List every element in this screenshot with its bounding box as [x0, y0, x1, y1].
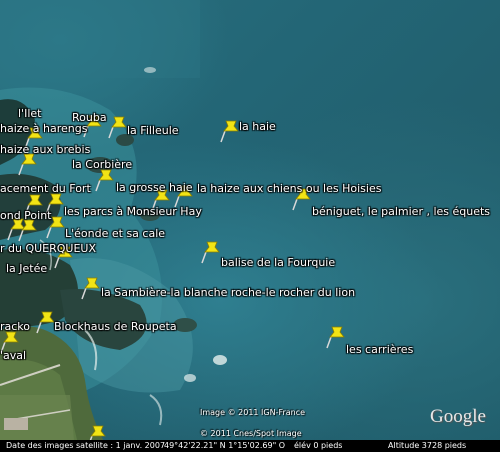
placemark-label[interactable]: la Jetée	[6, 262, 47, 275]
placemark-label[interactable]: haize à harengs	[0, 122, 88, 135]
imagery-credit-cnes: © 2011 Cnes/Spot Image	[200, 429, 302, 438]
elevation-readout: élév 0 pieds	[294, 441, 343, 450]
placemark-pin[interactable]	[326, 323, 348, 349]
placemark-label[interactable]: la Filleule	[127, 124, 179, 137]
placemark-label[interactable]: 'aval	[0, 349, 26, 362]
placemark-label[interactable]: les carrières	[346, 343, 413, 356]
placemark-label[interactable]: Blockhaus de Roupeta	[54, 320, 177, 333]
placemark-label[interactable]: la grosse haie	[116, 181, 193, 194]
placemark-label[interactable]: L'éonde et sa cale	[65, 227, 165, 240]
coordinates-readout: 49°42'22.21" N 1°15'02.69" O	[164, 441, 286, 450]
placemark-label[interactable]: haize aux brebis	[0, 143, 90, 156]
placemark-label[interactable]: racko	[0, 320, 30, 333]
placemark-label[interactable]: la Sambière-la blanche roche-le rocher d…	[101, 286, 355, 299]
placemark-pin[interactable]	[81, 274, 103, 300]
placemark-label[interactable]: béniguet, le palmier , les équets	[312, 205, 490, 218]
satellite-imagery	[0, 0, 227, 452]
google-logo: Google	[430, 406, 486, 427]
imagery-date: Date des images satellite : 1 janv. 2007	[6, 441, 166, 450]
placemark-label[interactable]: r du QUERQUEUX	[0, 242, 96, 255]
placemark-label[interactable]: acement du Fort	[0, 182, 91, 195]
satellite-map[interactable]: l'Ilet Rouba haize à harengs la Filleule…	[0, 0, 500, 452]
placemark-label[interactable]: balise de la Fourquie	[221, 256, 335, 269]
status-bar: Date des images satellite : 1 janv. 2007…	[0, 440, 500, 452]
placemark-label[interactable]: la Corbière	[72, 158, 132, 171]
altitude-readout: Altitude 3728 pieds	[388, 441, 467, 450]
imagery-credit-ign: Image © 2011 IGN-France	[200, 408, 306, 417]
placemark-label[interactable]: la haize aux chiens ou les Hoisies	[197, 182, 381, 195]
placemark-label[interactable]: ond Point	[0, 209, 52, 222]
placemark-label[interactable]: la haie	[239, 120, 276, 133]
placemark-pin[interactable]	[201, 238, 223, 264]
placemark-label[interactable]: les parcs à Monsieur Hay	[64, 205, 202, 218]
placemark-label[interactable]: l'Ilet	[18, 107, 41, 120]
